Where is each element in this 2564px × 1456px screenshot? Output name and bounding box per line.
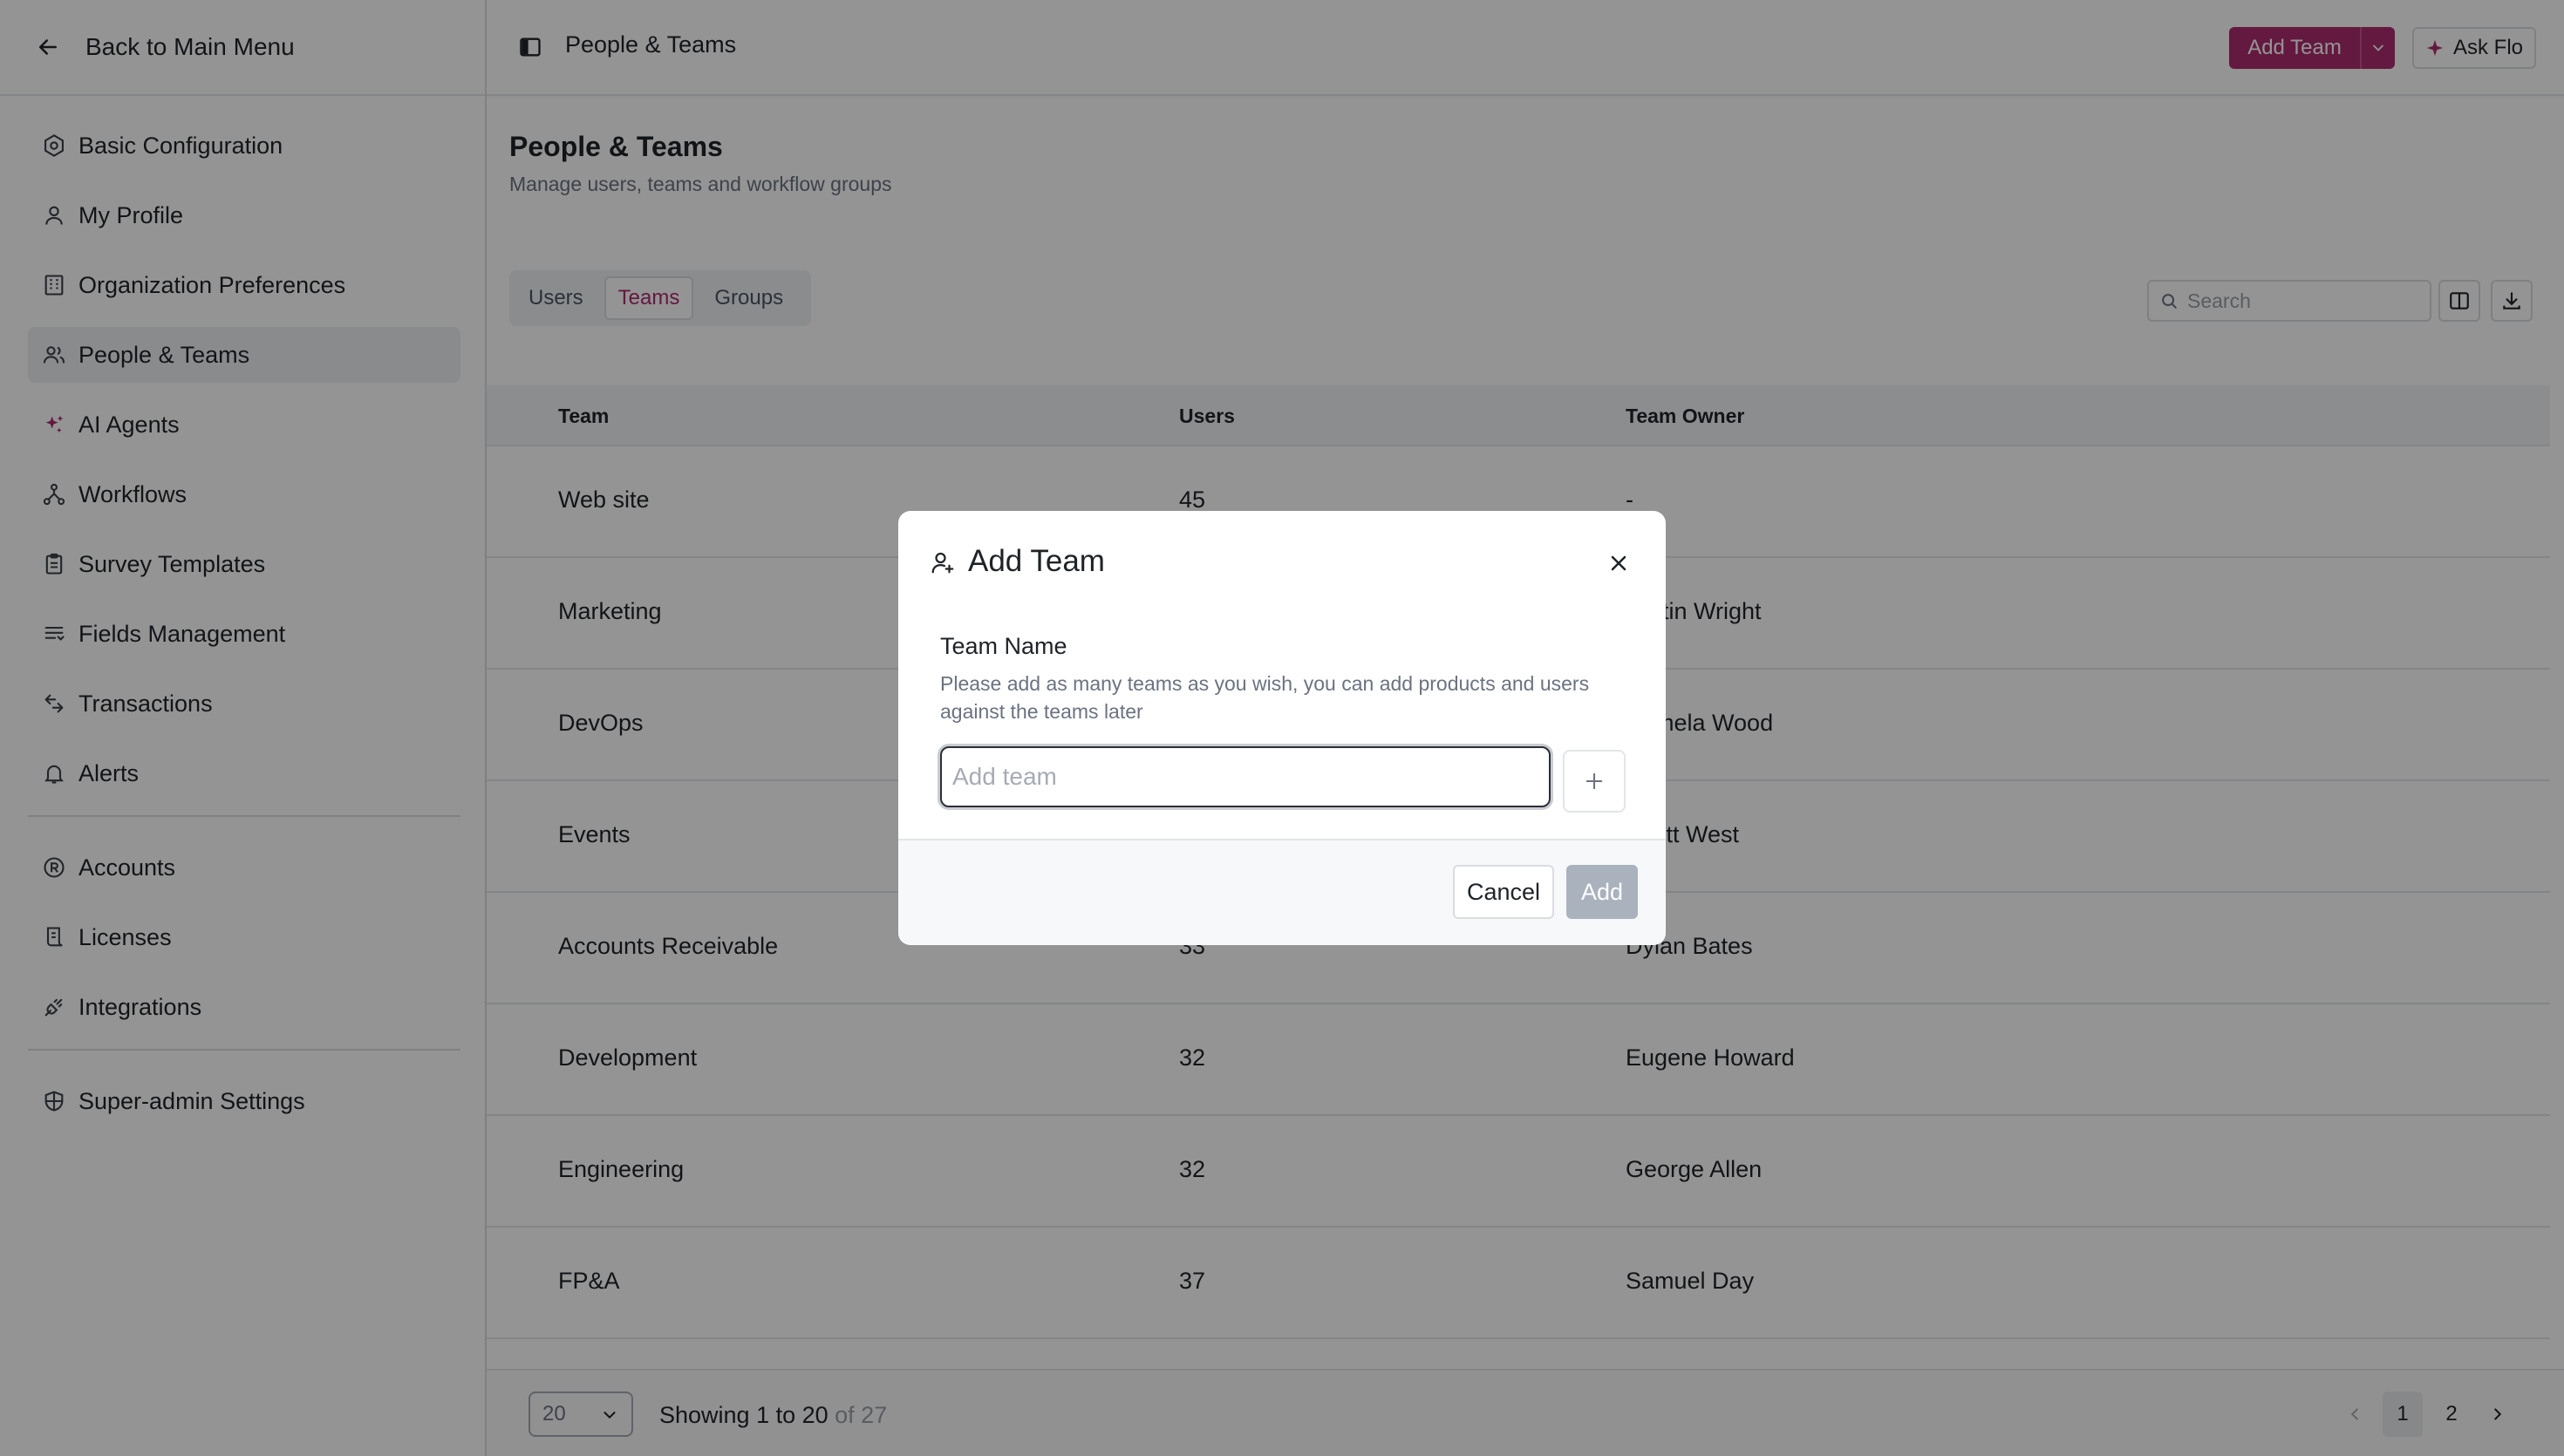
user-plus-icon: [930, 549, 956, 575]
team-name-help-text: Please add as many teams as you wish, yo…: [940, 672, 1590, 723]
add-another-team-button[interactable]: [1563, 750, 1626, 813]
add-team-dialog: Add Team Team Name Please add as many te…: [898, 511, 1666, 945]
add-button[interactable]: Add: [1566, 865, 1638, 919]
plus-icon: [1582, 769, 1606, 793]
dialog-header: Add Team: [898, 511, 1666, 616]
team-name-input[interactable]: [952, 763, 1528, 791]
team-name-label: Team Name: [940, 633, 1067, 659]
close-dialog-button[interactable]: [1603, 548, 1634, 579]
close-icon: [1606, 551, 1631, 575]
cancel-button[interactable]: Cancel: [1453, 865, 1554, 919]
dialog-footer: Cancel Add: [898, 839, 1666, 945]
team-name-input-wrapper: [940, 746, 1551, 807]
dialog-title: Add Team: [968, 544, 1105, 578]
